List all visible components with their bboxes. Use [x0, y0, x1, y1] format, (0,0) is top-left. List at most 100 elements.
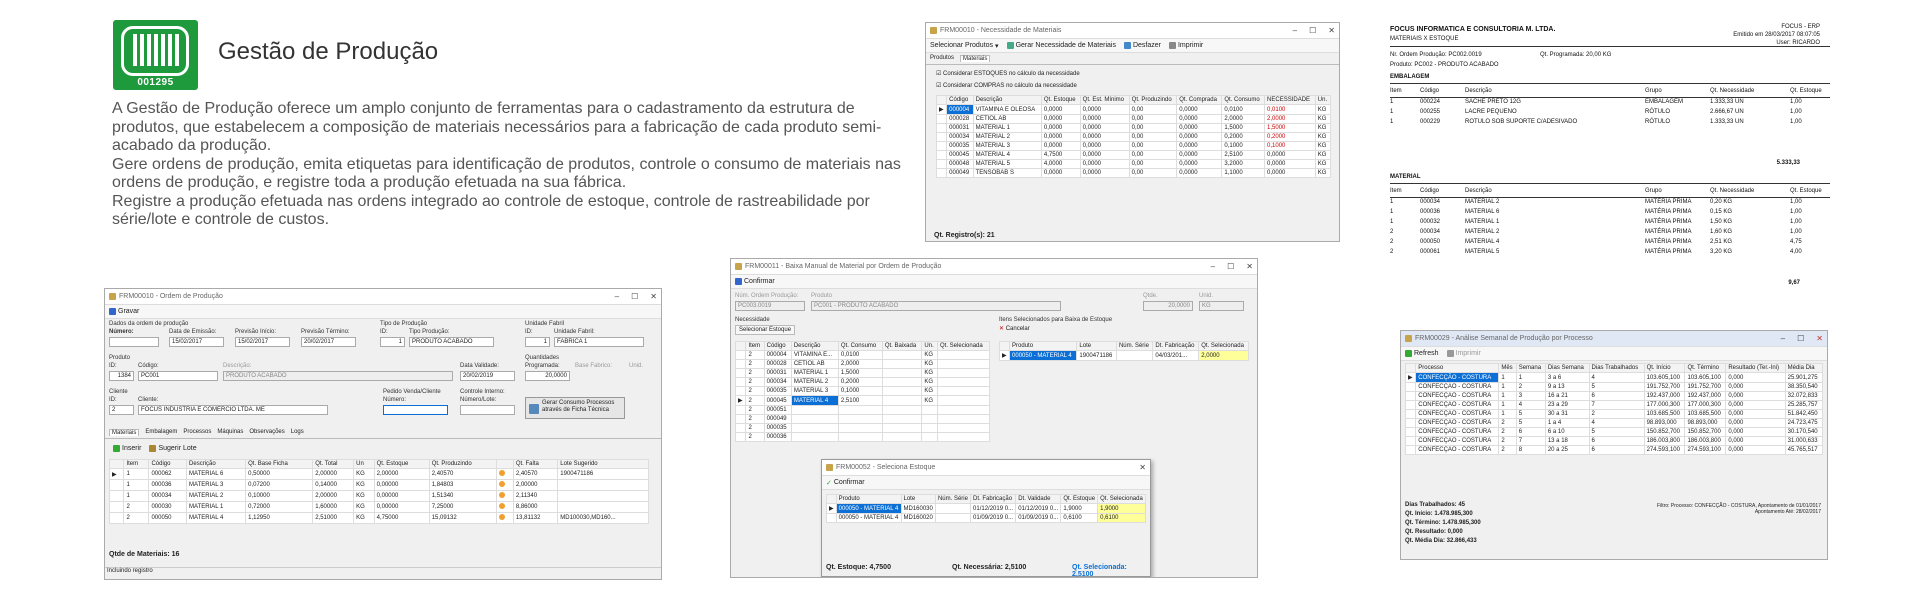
table-cell[interactable]: 191.752,700: [1684, 382, 1727, 392]
table-cell[interactable]: [934, 513, 972, 523]
codigo-field[interactable]: PC001: [138, 371, 218, 381]
table-cell[interactable]: 0,00: [1128, 141, 1178, 151]
table-cell[interactable]: 1: [123, 468, 150, 480]
table-cell[interactable]: KG: [353, 479, 375, 491]
table-cell[interactable]: 0,0100: [837, 350, 883, 360]
row-indicator[interactable]: [108, 512, 125, 524]
table-row[interactable]: CONFECÇÃO - COSTURA 2 6 6 a 10 5 150.852,700 1…: [1404, 427, 1824, 437]
table-cell[interactable]: MATERIAL 3: [790, 386, 839, 396]
table-cell[interactable]: [881, 377, 923, 387]
table-cell[interactable]: 0,1000: [837, 386, 883, 396]
row-indicator[interactable]: [734, 368, 747, 378]
termino-field[interactable]: 20/02/2017: [301, 337, 356, 347]
table-cell[interactable]: 2,40570: [428, 468, 498, 480]
row-indicator[interactable]: [1404, 418, 1417, 428]
table-cell[interactable]: MATERIAL 2: [790, 377, 839, 387]
table-cell[interactable]: 0,000: [1725, 400, 1786, 410]
table-cell[interactable]: MATERIAL 4: [186, 512, 247, 524]
table-cell[interactable]: 000036: [763, 432, 792, 442]
validade-field[interactable]: 20/02/2019: [460, 371, 515, 381]
table-cell[interactable]: 2: [745, 368, 765, 378]
table-cell[interactable]: 3: [1515, 391, 1546, 401]
table-cell[interactable]: 1,9000: [1097, 503, 1146, 514]
table-cell[interactable]: 1: [1498, 391, 1517, 401]
table-cell[interactable]: 000034: [763, 377, 792, 387]
table-cell[interactable]: VITAMINA E...: [790, 350, 839, 360]
refresh-button[interactable]: Refresh: [1405, 350, 1439, 357]
table-cell[interactable]: 7: [1515, 436, 1546, 446]
suggest-lot-button[interactable]: Sugerir Lote: [149, 444, 197, 452]
table-cell[interactable]: MATERIAL 3: [186, 479, 247, 491]
table-cell[interactable]: MD100030,MD160...: [557, 512, 649, 524]
undo-button[interactable]: Desfazer: [1123, 42, 1161, 49]
table-cell[interactable]: 1,5000: [837, 368, 883, 378]
table-cell[interactable]: 000049: [763, 414, 792, 424]
table-cell[interactable]: 000045: [946, 150, 974, 160]
table-cell[interactable]: 2,0000: [1198, 350, 1249, 361]
table-cell[interactable]: [921, 414, 939, 424]
produto-id-field[interactable]: 1384: [109, 371, 134, 381]
table-cell[interactable]: 000004: [763, 350, 792, 360]
table-cell[interactable]: 8,86000: [512, 501, 559, 513]
table-cell[interactable]: 0,6100: [1060, 513, 1099, 523]
table-cell[interactable]: 4: [1588, 372, 1645, 383]
save-button[interactable]: Gravar: [109, 308, 139, 315]
table-cell[interactable]: 01/09/2019 0...: [1015, 513, 1062, 523]
close-icon[interactable]: ✕: [1246, 262, 1253, 271]
table-cell[interactable]: [881, 395, 923, 406]
table-cell[interactable]: 5: [1515, 418, 1546, 428]
table-cell[interactable]: 2,00000: [512, 479, 559, 491]
table-cell[interactable]: CONFECÇÃO - COSTURA: [1415, 436, 1500, 446]
table-cell[interactable]: 1: [1498, 409, 1517, 419]
table-cell[interactable]: [921, 432, 939, 442]
table-cell[interactable]: TENSOBAB S: [972, 168, 1042, 178]
table-cell[interactable]: KG: [1314, 150, 1332, 160]
table-cell[interactable]: 0,0000: [1040, 123, 1081, 133]
table-cell[interactable]: KG: [1314, 132, 1332, 142]
table-cell[interactable]: 0,1000: [1264, 141, 1316, 151]
table-cell[interactable]: 2: [1498, 436, 1517, 446]
table-cell[interactable]: MD160020: [900, 513, 936, 523]
table-cell[interactable]: 30 a 31: [1544, 409, 1590, 419]
table-cell[interactable]: KG: [353, 501, 375, 513]
row-indicator[interactable]: [734, 423, 747, 433]
table-cell[interactable]: 0,0000: [1176, 123, 1223, 133]
table-cell[interactable]: KG: [1314, 114, 1332, 124]
table-cell[interactable]: 0,0000: [1079, 123, 1130, 133]
lote-field[interactable]: [460, 405, 515, 415]
table-cell[interactable]: 192.437,000: [1643, 391, 1686, 401]
maximize-icon[interactable]: ☐: [631, 292, 638, 301]
table-cell[interactable]: 1,5000: [1221, 123, 1266, 133]
row-indicator[interactable]: [108, 490, 125, 502]
table-cell[interactable]: 000028: [946, 114, 974, 124]
table-cell[interactable]: 000049: [946, 168, 974, 178]
row-indicator[interactable]: [734, 359, 747, 369]
table-cell[interactable]: 000034: [946, 132, 974, 142]
pedido-field[interactable]: [383, 405, 448, 415]
table-cell[interactable]: 1 a 4: [1544, 418, 1590, 428]
table-cell[interactable]: KG: [921, 377, 939, 387]
table-cell[interactable]: [790, 405, 839, 415]
close-icon[interactable]: ✕: [1816, 334, 1823, 343]
table-row[interactable]: 000048 MATERIAL 5 4,0000 0,0000 0,00 0,0000 3,…: [935, 159, 1332, 169]
table-cell[interactable]: 0,0000: [1079, 132, 1130, 142]
table-row[interactable]: 1 000036 MATERIAL 3 0,07200 0,14000 KG 0,00000…: [108, 479, 649, 491]
table-cell[interactable]: 4,7500: [1040, 150, 1081, 160]
table-cell[interactable]: 1: [123, 479, 150, 491]
table-cell[interactable]: 150.852,700: [1643, 427, 1686, 437]
table-cell[interactable]: 0,2000: [1221, 132, 1266, 142]
table-cell[interactable]: 2: [745, 405, 765, 415]
table-cell[interactable]: 2,5100: [837, 395, 883, 406]
row-indicator[interactable]: [826, 513, 837, 523]
row-indicator[interactable]: [1404, 445, 1417, 455]
table-cell[interactable]: 2: [745, 432, 765, 442]
row-indicator[interactable]: [108, 479, 125, 491]
table-cell[interactable]: 177.000,300: [1643, 400, 1686, 410]
table-cell[interactable]: CONFECÇÃO - COSTURA: [1415, 427, 1500, 437]
table-cell[interactable]: KG: [353, 468, 375, 480]
table-cell[interactable]: MATERIAL 2: [972, 132, 1042, 142]
table-row[interactable]: ▶ 000050 - MATERIAL 4 1900471186 04/03/201.…: [998, 350, 1249, 361]
table-cell[interactable]: 0,0000: [1079, 104, 1130, 115]
cliente-id-field[interactable]: 2: [109, 405, 134, 415]
select-stock-button[interactable]: Selecionar Estoque: [735, 325, 796, 335]
